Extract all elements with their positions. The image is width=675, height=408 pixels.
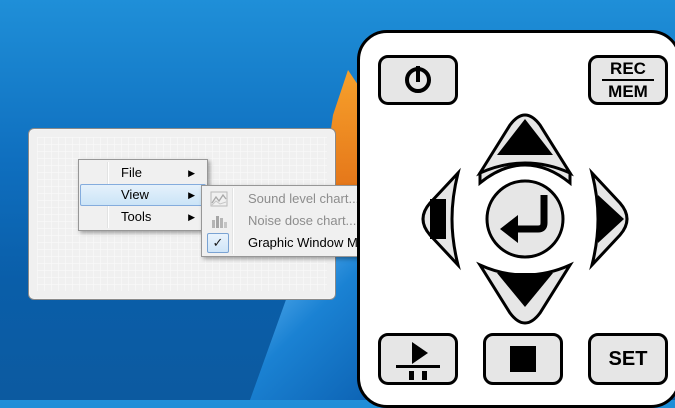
set-label: SET [608, 347, 648, 370]
submenu-arrow-icon: ▶ [188, 190, 195, 200]
left-arrow-button[interactable] [421, 167, 461, 271]
menu-item-label: View [121, 187, 149, 202]
right-arrow-button[interactable] [589, 167, 629, 271]
menu-item-file[interactable]: File ▶ [81, 162, 205, 184]
menu-item-label: File [121, 165, 142, 180]
checkmark-icon: ✓ [207, 233, 229, 253]
remote-keypad: REC MEM SET [357, 30, 675, 408]
play-pause-icon [396, 342, 440, 380]
menu-item-view[interactable]: View ▶ [80, 184, 206, 206]
dpad [421, 113, 629, 325]
left-arrow-icon [430, 199, 446, 239]
sound-level-chart-icon [207, 190, 231, 208]
submenu-arrow-icon: ▶ [188, 212, 195, 222]
stop-icon [510, 346, 536, 372]
play-pause-button[interactable] [378, 333, 458, 385]
noise-dose-chart-icon [207, 212, 231, 230]
menu-item-label: Tools [121, 209, 152, 224]
rec-label: REC [610, 59, 646, 78]
down-arrow-button[interactable] [476, 261, 574, 325]
power-icon [405, 66, 431, 93]
up-arrow-button[interactable] [476, 113, 574, 187]
menu-item-tools[interactable]: Tools ▶ [81, 206, 205, 228]
context-menu: File ▶ View ▶ Tools ▶ [78, 159, 208, 231]
stop-button[interactable] [483, 333, 563, 385]
submenu-item-label: Sound level chart... [248, 191, 360, 206]
submenu-item-label: Noise dose chart... [248, 213, 357, 228]
rec-mem-divider [602, 79, 654, 81]
enter-button[interactable] [485, 179, 565, 259]
set-button[interactable]: SET [588, 333, 668, 385]
submenu-arrow-icon: ▶ [188, 168, 195, 178]
